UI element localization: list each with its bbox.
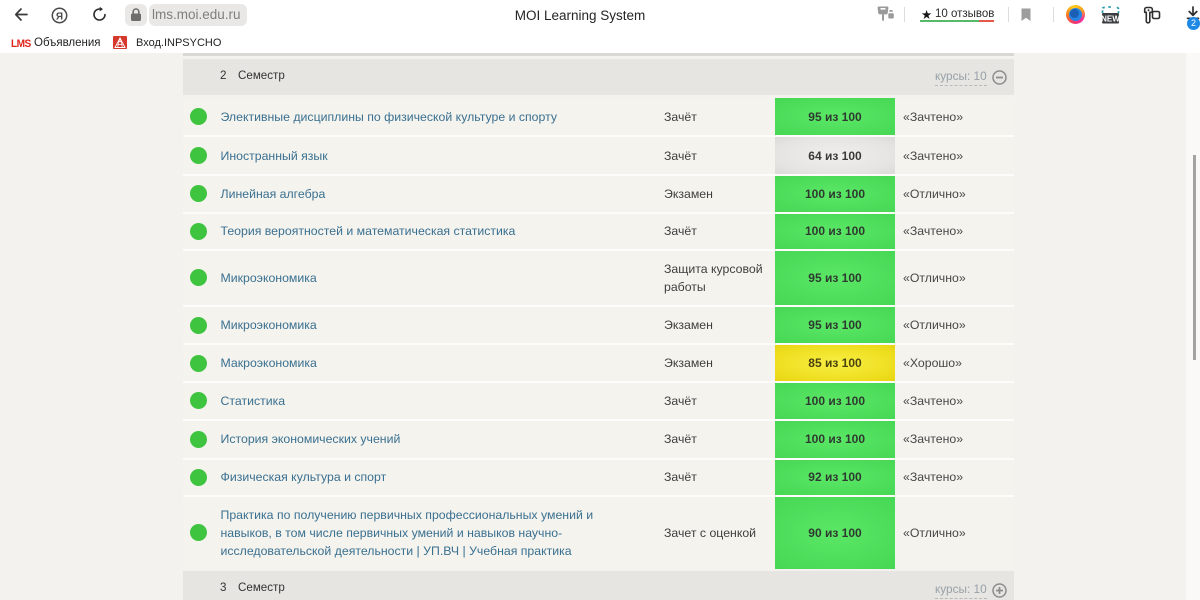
svg-text:NEW: NEW xyxy=(1101,14,1120,23)
